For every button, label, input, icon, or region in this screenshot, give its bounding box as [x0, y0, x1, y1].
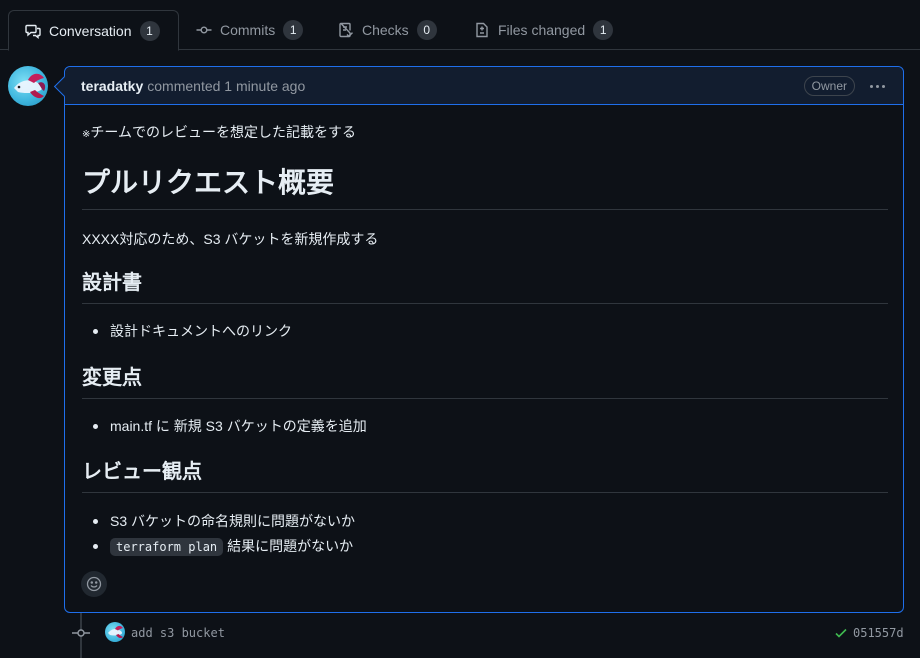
- pr-summary-text: XXXX対応のため、S3 バケットを新規作成する: [82, 231, 379, 247]
- comment-timestamp[interactable]: commented 1 minute ago: [147, 78, 305, 94]
- smiley-icon: [86, 576, 102, 592]
- commit-author-avatar[interactable]: [105, 622, 125, 642]
- pr-description-comment: teradatky commented 1 minute ago Owner ※…: [64, 66, 904, 613]
- list-item: 設計ドキュメントへのリンク: [82, 321, 292, 346]
- commit-sha-link[interactable]: 051557d: [853, 626, 904, 640]
- tab-count-badge: 1: [593, 20, 614, 40]
- section-heading-changes: 変更点: [82, 365, 888, 399]
- section-heading-review-points: レビュー観点: [82, 459, 888, 493]
- commit-icon: [196, 26, 212, 34]
- pr-summary-heading: プルリクエスト概要: [82, 165, 888, 210]
- tab-commits[interactable]: Commits 1: [180, 10, 319, 50]
- tab-count-badge: 1: [139, 20, 160, 41]
- comment-header: teradatky commented 1 minute ago Owner: [65, 67, 903, 105]
- tab-files-changed[interactable]: Files changed 1: [458, 10, 629, 50]
- author-avatar[interactable]: [8, 66, 48, 106]
- note-text: チームでのレビューを想定した記載をする: [90, 124, 356, 140]
- git-commit-icon: [72, 629, 90, 637]
- tab-count-badge: 0: [416, 20, 437, 40]
- pr-tab-bar: Conversation 1 Commits 1 Checks 0 Files …: [0, 0, 920, 51]
- changes-list: main.tf に 新規 S3 バケットの定義を追加: [82, 416, 367, 441]
- check-icon[interactable]: [834, 626, 848, 640]
- tab-count-badge: 1: [283, 20, 304, 40]
- tab-label: Conversation: [49, 22, 132, 39]
- comment-author[interactable]: teradatky: [81, 78, 143, 94]
- design-doc-list: 設計ドキュメントへのリンク: [82, 321, 292, 346]
- section-heading-design-doc: 設計書: [82, 270, 888, 304]
- tab-checks[interactable]: Checks 0: [322, 10, 453, 50]
- list-item-text: 結果に問題がないか: [227, 538, 354, 554]
- kebab-menu-icon[interactable]: [867, 76, 887, 96]
- commit-message-link[interactable]: add s3 bucket: [131, 626, 225, 640]
- list-item: S3 バケットの命名規則に問題がないか: [82, 511, 355, 536]
- betta-fish-avatar-icon: [14, 73, 46, 99]
- add-reaction-button[interactable]: [81, 571, 107, 597]
- review-note: ※チームでのレビューを想定した記載をする: [82, 122, 356, 142]
- tab-label: Files changed: [498, 22, 586, 38]
- betta-fish-avatar-icon: [108, 625, 123, 639]
- conversation-icon: [25, 24, 41, 39]
- list-item: terraform plan 結果に問題がないか: [82, 536, 355, 561]
- review-points-list: S3 バケットの命名規則に問題がないか terraform plan 結果に問題が…: [82, 511, 355, 561]
- owner-badge: Owner: [803, 76, 855, 96]
- tab-label: Commits: [220, 22, 276, 38]
- checklist-icon: [339, 22, 353, 38]
- file-diff-icon: [476, 22, 488, 38]
- tab-conversation[interactable]: Conversation 1: [8, 10, 179, 51]
- inline-code: terraform plan: [110, 538, 224, 556]
- tab-label: Checks: [362, 22, 409, 38]
- list-item: main.tf に 新規 S3 バケットの定義を追加: [82, 416, 367, 441]
